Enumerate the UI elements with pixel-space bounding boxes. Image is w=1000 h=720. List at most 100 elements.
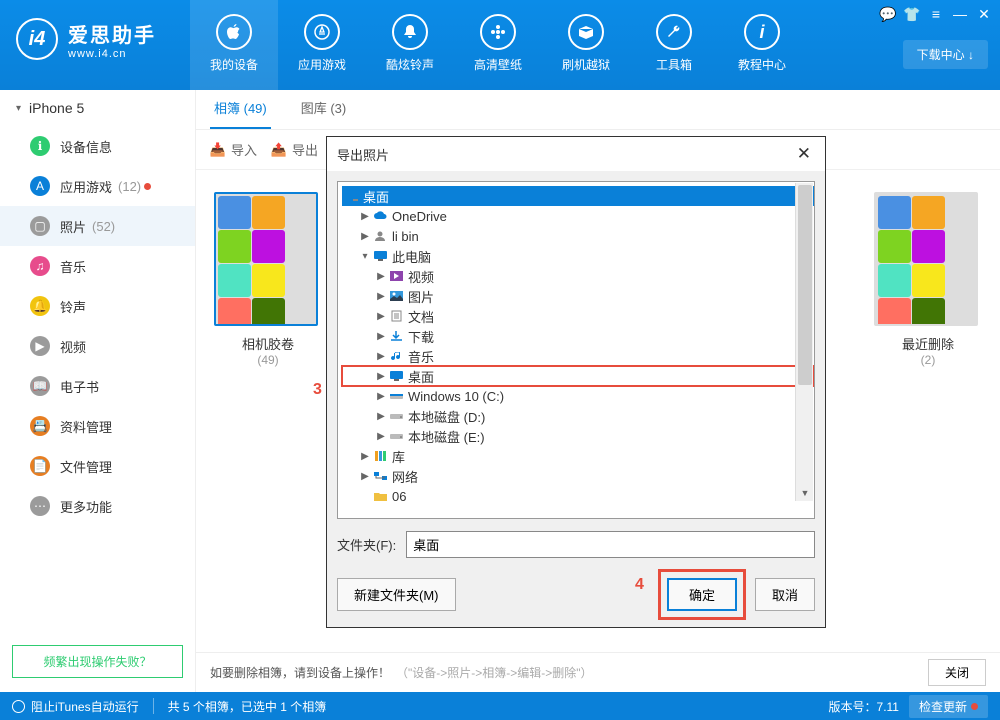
dialog-title: 导出照片 xyxy=(337,145,389,164)
tree-header[interactable]: 桌面 xyxy=(342,186,814,206)
sidebar-icon: 🔔 xyxy=(30,296,50,316)
sidebar-item[interactable]: 📄文件管理 xyxy=(0,446,195,486)
tab-albums[interactable]: 相簿 (49) xyxy=(210,88,271,129)
nav-my-device[interactable]: 我的设备 xyxy=(190,0,278,90)
scrollbar[interactable]: ▲ ▼ xyxy=(795,183,813,501)
download-center-button[interactable]: 下载中心 ↓ xyxy=(903,40,988,69)
itunes-block-label[interactable]: 阻止iTunes自动运行 xyxy=(31,698,139,715)
sidebar-item[interactable]: ℹ设备信息 xyxy=(0,126,195,166)
new-folder-button[interactable]: 新建文件夹(M) xyxy=(337,578,456,611)
expand-icon[interactable]: ▶ xyxy=(374,431,388,442)
tree-item[interactable]: ▶网络 xyxy=(342,466,814,486)
sidebar-item[interactable]: ♫音乐 xyxy=(0,246,195,286)
scroll-down-icon[interactable]: ▼ xyxy=(796,485,814,501)
scroll-thumb[interactable] xyxy=(798,185,812,385)
sidebar-icon: ▶ xyxy=(30,336,50,356)
export-button[interactable]: 📤 导出 xyxy=(271,140,318,159)
tree-item[interactable]: ▾此电脑 xyxy=(342,246,814,266)
import-icon: 📥 xyxy=(210,142,226,158)
check-update-button[interactable]: 检查更新 xyxy=(909,695,988,718)
nav-flash[interactable]: 刷机越狱 xyxy=(542,0,630,90)
expand-icon[interactable]: ▶ xyxy=(374,311,388,322)
dialog-close-button[interactable]: ✕ xyxy=(793,144,815,164)
tree-item[interactable]: ▶本地磁盘 (D:) xyxy=(342,406,814,426)
doc-icon xyxy=(388,309,404,323)
device-selector[interactable]: ▾ iPhone 5 xyxy=(0,90,195,126)
box-icon xyxy=(568,14,604,50)
sidebar-item[interactable]: ⋯更多功能 xyxy=(0,486,195,526)
expand-icon[interactable]: ▶ xyxy=(358,451,372,462)
expand-icon[interactable]: ▶ xyxy=(374,291,388,302)
wrench-icon xyxy=(656,14,692,50)
tree-item[interactable]: ▶库 xyxy=(342,446,814,466)
expand-icon[interactable]: ▶ xyxy=(374,331,388,342)
tree-item[interactable]: ▶桌面 xyxy=(342,366,814,386)
cdrive-icon xyxy=(388,389,404,403)
dl-icon xyxy=(388,329,404,343)
album-card[interactable]: 最近删除 (2) xyxy=(874,192,982,367)
tree-item[interactable]: ▶li bin xyxy=(342,226,814,246)
skin-icon[interactable]: 👕 xyxy=(902,4,922,24)
tip-close-button[interactable]: 关闭 xyxy=(928,659,986,686)
expand-icon[interactable]: ▶ xyxy=(374,371,388,382)
desktop-icon xyxy=(348,189,363,204)
info-icon: i xyxy=(744,14,780,50)
tree-item[interactable]: ▶图片 xyxy=(342,286,814,306)
tab-gallery[interactable]: 图库 (3) xyxy=(297,88,351,129)
help-link[interactable]: 频繁出现操作失败？ xyxy=(12,645,183,678)
expand-icon[interactable]: ▶ xyxy=(374,411,388,422)
sidebar-item[interactable]: ▢照片(52) xyxy=(0,206,195,246)
tree-item[interactable]: ▶OneDrive xyxy=(342,206,814,226)
lib-icon xyxy=(372,449,388,463)
sidebar-item[interactable]: A应用游戏(12) xyxy=(0,166,195,206)
import-button[interactable]: 📥 导入 xyxy=(210,140,257,159)
feedback-icon[interactable]: 💬 xyxy=(878,4,898,24)
sidebar-icon: ℹ xyxy=(30,136,50,156)
cancel-button[interactable]: 取消 xyxy=(755,578,815,611)
app-url: www.i4.cn xyxy=(68,48,156,60)
album-card[interactable]: 相机胶卷 (49) xyxy=(214,192,322,367)
nav-ringtones[interactable]: 酷炫铃声 xyxy=(366,0,454,90)
sidebar-item[interactable]: 🔔铃声 xyxy=(0,286,195,326)
annotation-3: 3 xyxy=(313,381,322,399)
export-dialog: 导出照片 ✕ 桌面 ▶OneDrive▶li bin▾此电脑▶视频▶图片▶文档▶… xyxy=(326,136,826,628)
sidebar-icon: 📄 xyxy=(30,456,50,476)
apple-icon xyxy=(216,14,252,50)
expand-icon[interactable]: ▶ xyxy=(358,211,372,222)
expand-icon[interactable]: ▶ xyxy=(374,351,388,362)
selection-summary: 共 5 个相簿，已选中 1 个相簿 xyxy=(168,698,327,715)
nav-tools[interactable]: 工具箱 xyxy=(630,0,718,90)
status-bar: 阻止iTunes自动运行 共 5 个相簿，已选中 1 个相簿 版本号：7.11 … xyxy=(0,692,1000,720)
toggle-icon[interactable] xyxy=(12,700,25,713)
minimize-button[interactable]: — xyxy=(950,4,970,24)
net-icon xyxy=(372,469,388,483)
nav-apps[interactable]: 应用游戏 xyxy=(278,0,366,90)
album-thumb xyxy=(214,192,318,326)
sidebar-item[interactable]: ▶视频 xyxy=(0,326,195,366)
nav-wallpapers[interactable]: 高清壁纸 xyxy=(454,0,542,90)
expand-icon[interactable]: ▶ xyxy=(374,391,388,402)
expand-icon[interactable]: ▶ xyxy=(374,271,388,282)
tree-item[interactable]: 06 xyxy=(342,486,814,506)
tree-item[interactable]: ▶下载 xyxy=(342,326,814,346)
tree-item[interactable]: ▶视频 xyxy=(342,266,814,286)
folder-input[interactable] xyxy=(406,531,815,558)
tree-item[interactable]: ▶音乐 xyxy=(342,346,814,366)
user-icon xyxy=(372,229,388,243)
export-icon: 📤 xyxy=(271,142,287,158)
expand-icon[interactable]: ▾ xyxy=(358,251,372,262)
close-button[interactable]: ✕ xyxy=(974,4,994,24)
sidebar-item[interactable]: 📇资料管理 xyxy=(0,406,195,446)
appstore-icon xyxy=(304,14,340,50)
menu-icon[interactable]: ≡ xyxy=(926,4,946,24)
expand-icon[interactable]: ▶ xyxy=(358,231,372,242)
tree-item[interactable]: ▶本地磁盘 (E:) xyxy=(342,426,814,446)
window-controls: 💬 👕 ≡ — ✕ xyxy=(872,0,1000,28)
sidebar-item[interactable]: 📖电子书 xyxy=(0,366,195,406)
tree-item[interactable]: ▶文档 xyxy=(342,306,814,326)
tree-item[interactable]: ▶Windows 10 (C:) xyxy=(342,386,814,406)
ok-button[interactable]: 确定 xyxy=(667,578,737,611)
nav-tutorials[interactable]: i 教程中心 xyxy=(718,0,806,90)
sidebar: ▾ iPhone 5 ℹ设备信息A应用游戏(12)▢照片(52)♫音乐🔔铃声▶视… xyxy=(0,90,196,692)
expand-icon[interactable]: ▶ xyxy=(358,471,372,482)
